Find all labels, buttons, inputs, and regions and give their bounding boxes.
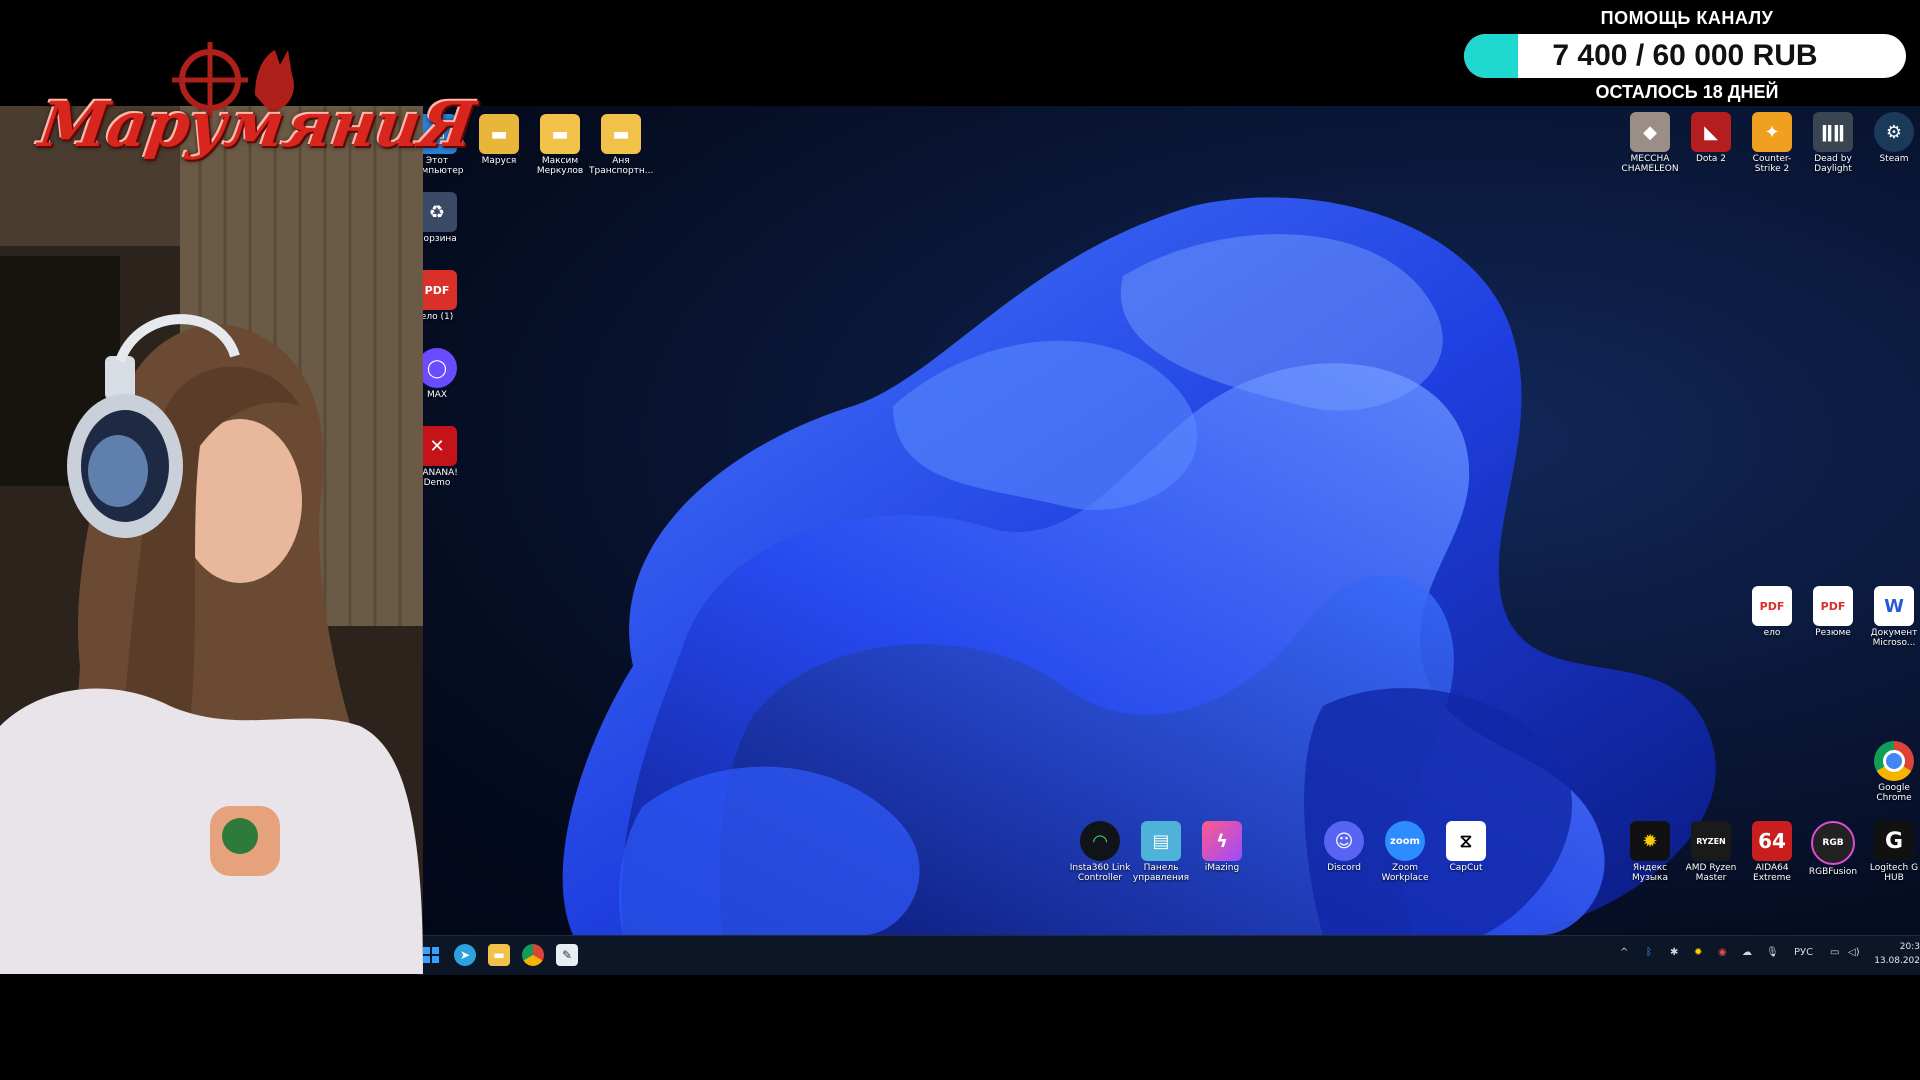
- aida64-icon: 64: [1752, 821, 1792, 861]
- ryzen-icon: RYZEN: [1691, 821, 1731, 861]
- folder-icon: ▬: [540, 114, 580, 154]
- max-app-icon: ◯: [423, 348, 457, 388]
- capcut-icon: ⧖: [1446, 821, 1486, 861]
- desktop-folder-marusya[interactable]: ▬ Маруся: [467, 114, 531, 166]
- desktop-icon-zoom[interactable]: zoom Zoom Workplace: [1373, 821, 1437, 883]
- desktop-icon-max[interactable]: ◯ MAX: [423, 348, 469, 400]
- tray-volume-icon[interactable]: ◁): [1848, 947, 1860, 958]
- windows-start-icon[interactable]: [420, 944, 442, 966]
- tray-app-icon[interactable]: ✱: [1670, 947, 1678, 958]
- folder-icon: ▬: [601, 114, 641, 154]
- donation-remaining: ОСТАЛОСЬ 18 ДНЕЙ: [1595, 82, 1779, 102]
- folder-icon: ▬: [479, 114, 519, 154]
- logitech-icon: G: [1874, 821, 1914, 861]
- desktop-icon-discord[interactable]: ☺ Discord: [1312, 821, 1376, 873]
- control-panel-icon: ▤: [1141, 821, 1181, 861]
- desktop-icon-imazing[interactable]: ϟ iMazing: [1190, 821, 1254, 873]
- desktop-icon-capcut[interactable]: ⧖ CapCut: [1434, 821, 1498, 873]
- desktop-icon-control-panel[interactable]: ▤ Панель управления: [1129, 821, 1193, 883]
- desktop-icon-yandex-music[interactable]: ✹ Яндекс Музыка: [1618, 821, 1682, 883]
- tray-bluetooth-icon[interactable]: ᛒ: [1646, 947, 1652, 958]
- game-icon: ◆: [1630, 112, 1670, 152]
- clock-date[interactable]: 13.08.202: [1874, 956, 1920, 966]
- logo-text: МарумяниЯ: [34, 88, 479, 161]
- desktop-icon-dota2[interactable]: ◣ Dota 2: [1679, 112, 1743, 164]
- tray-network-icon[interactable]: ☁: [1742, 947, 1752, 958]
- desktop-icon-pdf-elo[interactable]: PDF ело: [1740, 586, 1804, 638]
- desktop-folder-anya[interactable]: ▬ Аня Транспортн...: [589, 114, 653, 176]
- desktop-icon-pdf-elo-1[interactable]: PDF ело (1): [423, 270, 469, 322]
- desktop-icon-logitech-ghub[interactable]: G Logitech G HUB: [1862, 821, 1920, 883]
- dbd-icon: ǁǁ: [1813, 112, 1853, 152]
- desktop[interactable]: ▭ Этот компьютер ♻ Корзина PDF ело (1) ◯…: [423, 106, 1920, 935]
- donation-progress-bar: 7 400 / 60 000 RUB: [1464, 34, 1906, 78]
- chrome-icon[interactable]: [522, 944, 544, 966]
- explorer-icon[interactable]: ▬: [488, 944, 510, 966]
- wallpaper-bloom: [562, 197, 1716, 935]
- recycle-bin-icon: ♻: [423, 192, 457, 232]
- clock-time[interactable]: 20:3: [1900, 942, 1920, 952]
- desktop-icon-steam[interactable]: ⚙ Steam: [1862, 112, 1920, 164]
- banana-icon: ✕: [423, 426, 457, 466]
- donation-title: ПОМОЩЬ КАНАЛУ: [1600, 8, 1774, 28]
- pdf-icon: PDF: [1813, 586, 1853, 626]
- word-icon: W: [1874, 586, 1914, 626]
- desktop-icon-aida64[interactable]: 64 AIDA64 Extreme: [1740, 821, 1804, 883]
- insta360-icon: ◠: [1080, 821, 1120, 861]
- desktop-icon-banana[interactable]: ✕ BANANA! Demo: [423, 426, 469, 488]
- telegram-icon[interactable]: ➤: [454, 944, 476, 966]
- tray-mic-icon[interactable]: 🎙: [1766, 947, 1779, 958]
- desktop-icon-ryzen-master[interactable]: RYZEN AMD Ryzen Master: [1679, 821, 1743, 883]
- taskbar: ➤ ▬ ✎ ^ ᛒ ✱ ✹ ◉ ☁ 🎙 РУС ▭ ◁) 20:3 13.08.…: [416, 935, 1920, 975]
- cs2-icon: ✦: [1752, 112, 1792, 152]
- desktop-icon-pdf-resume[interactable]: PDF Резюме: [1801, 586, 1865, 638]
- tray-yandex-icon[interactable]: ✹: [1694, 947, 1702, 958]
- yandex-music-icon: ✹: [1630, 821, 1670, 861]
- rgbfusion-icon: RGB: [1811, 821, 1855, 865]
- notepad-icon[interactable]: ✎: [556, 944, 578, 966]
- pdf-icon: PDF: [1752, 586, 1792, 626]
- tray-steelseries-icon[interactable]: ◉: [1718, 947, 1727, 958]
- channel-logo: МарумяниЯ: [35, 30, 479, 180]
- tray-display-icon[interactable]: ▭: [1830, 947, 1839, 958]
- tray-chevron-icon[interactable]: ^: [1620, 947, 1628, 958]
- desktop-icon-dead-by-daylight[interactable]: ǁǁ Dead by Daylight: [1801, 112, 1865, 174]
- imazing-icon: ϟ: [1202, 821, 1242, 861]
- desktop-icon-cs2[interactable]: ✦ Counter-Strike 2: [1740, 112, 1804, 174]
- desktop-folder-maksim[interactable]: ▬ Максим Меркулов: [528, 114, 592, 176]
- discord-icon: ☺: [1324, 821, 1364, 861]
- desktop-icon-meccha-chameleon[interactable]: ◆ MECCHA CHAMELEON: [1618, 112, 1682, 174]
- streamer-camera-image: [0, 106, 423, 974]
- desktop-icon-word-doc[interactable]: W Документ Microso...: [1862, 586, 1920, 648]
- chrome-icon: [1874, 741, 1914, 781]
- steam-icon: ⚙: [1874, 112, 1914, 152]
- desktop-icon-google-chrome[interactable]: Google Chrome: [1862, 741, 1920, 803]
- tray-language[interactable]: РУС: [1794, 947, 1813, 958]
- desktop-icon-insta360[interactable]: ◠ Insta360 Link Controller: [1068, 821, 1132, 883]
- zoom-icon: zoom: [1385, 821, 1425, 861]
- webcam-feed: [0, 106, 423, 974]
- desktop-icon-rgbfusion[interactable]: RGB RGBFusion: [1801, 821, 1865, 877]
- dota-icon: ◣: [1691, 112, 1731, 152]
- donation-amount: 7 400 / 60 000 RUB: [1552, 39, 1818, 72]
- desktop-icon-recycle-bin[interactable]: ♻ Корзина: [423, 192, 469, 244]
- pdf-icon: PDF: [423, 270, 457, 310]
